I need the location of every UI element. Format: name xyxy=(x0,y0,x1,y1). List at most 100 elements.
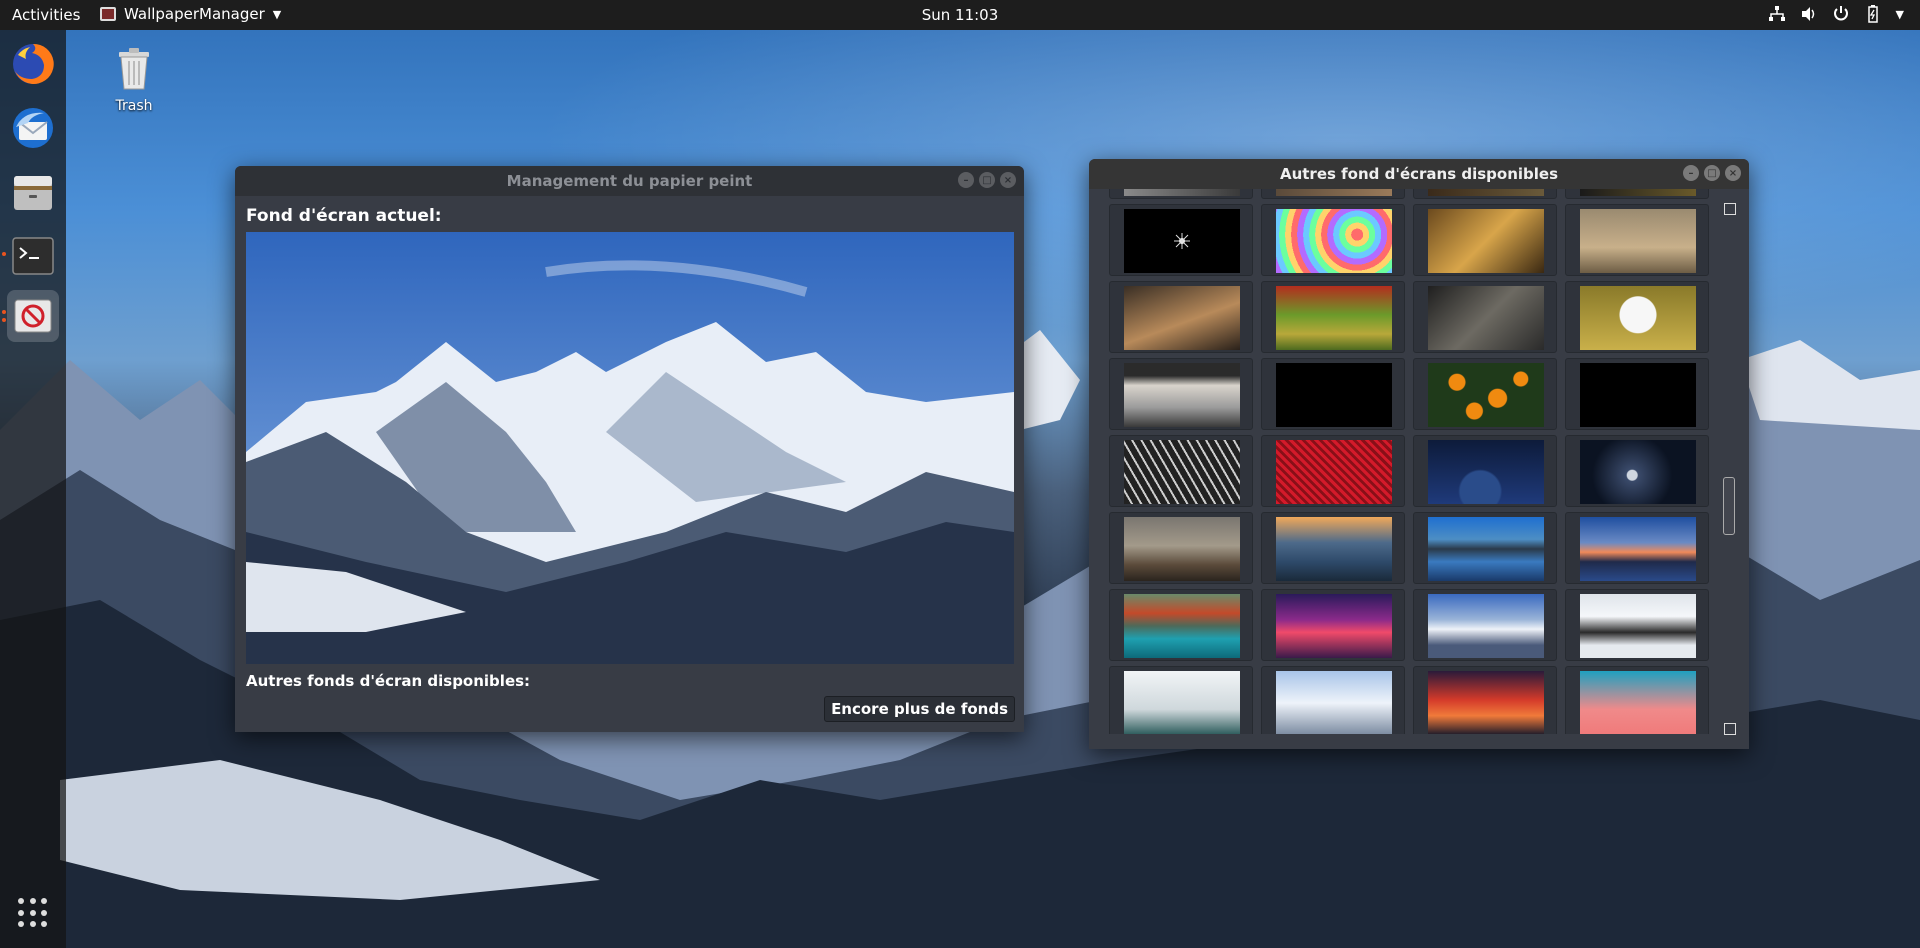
wallpaper-thumbnail[interactable] xyxy=(1109,281,1253,353)
maximize-button[interactable]: □ xyxy=(979,172,995,188)
wallpaper-gallery[interactable] xyxy=(1109,189,1713,734)
wallpaper-thumbnail[interactable] xyxy=(1413,189,1557,199)
thumbnail-image-lioness-on-log xyxy=(1124,286,1240,350)
thumbnail-image-hooded-figure-lake xyxy=(1124,363,1240,427)
scroll-down-button[interactable] xyxy=(1724,723,1736,735)
thumbnail-image-black xyxy=(1276,363,1392,427)
thumbnail-image-sunset-mountains xyxy=(1276,517,1392,581)
wallpaper-thumbnail[interactable] xyxy=(1261,512,1405,584)
wallpaper-thumbnail[interactable] xyxy=(1565,189,1709,199)
thumbnail-image-snowy-peaks-blue xyxy=(1428,594,1544,658)
dock xyxy=(0,30,66,948)
thumbnail-image-lizard-closeup xyxy=(1428,286,1544,350)
wallpaper-thumbnail[interactable] xyxy=(1565,281,1709,353)
thumbnail-image-partial-top-2 xyxy=(1276,189,1392,196)
thumbnail-image-dark-moon xyxy=(1580,440,1696,504)
wallpaper-thumbnail[interactable] xyxy=(1565,435,1709,507)
thumbnail-image-black-star xyxy=(1124,209,1240,273)
wallpaper-thumbnail[interactable] xyxy=(1413,666,1557,734)
clock[interactable]: Sun 11:03 xyxy=(922,6,999,24)
wallpaper-thumbnail[interactable] xyxy=(1261,189,1405,199)
thumbnail-image-geometric-glass xyxy=(1124,440,1240,504)
scroll-up-button[interactable] xyxy=(1724,203,1736,215)
available-wallpapers-window: Autres fond d'écrans disponibles – □ × xyxy=(1089,159,1749,749)
terminal-icon xyxy=(12,237,54,275)
thumbnail-image-partial-top-3 xyxy=(1428,189,1544,196)
scrollbar-thumb[interactable] xyxy=(1723,477,1735,535)
thumbnail-image-red-sky xyxy=(1428,671,1544,734)
window-titlebar[interactable]: Management du papier peint – □ × xyxy=(235,166,1024,196)
more-wallpapers-button[interactable]: Encore plus de fonds xyxy=(824,696,1015,722)
running-indicator xyxy=(2,310,6,314)
thumbnail-image-turquoise-lake-mountains xyxy=(1124,594,1240,658)
files-launcher[interactable] xyxy=(7,166,59,218)
wallpaper-thumbnail[interactable] xyxy=(1109,666,1253,734)
minimize-button[interactable]: – xyxy=(958,172,974,188)
wallpaper-thumbnail[interactable] xyxy=(1413,589,1557,661)
window-title: Management du papier peint xyxy=(506,172,753,190)
wallpaper-thumbnail[interactable] xyxy=(1413,435,1557,507)
wallpaper-thumbnail[interactable] xyxy=(1413,512,1557,584)
thumbnail-image-island-lake-sunset xyxy=(1580,517,1696,581)
close-button[interactable]: × xyxy=(1725,165,1741,181)
wallpaper-thumbnail[interactable] xyxy=(1109,589,1253,661)
system-tray[interactable]: ▼ xyxy=(1768,5,1904,23)
app-menu-icon xyxy=(100,7,116,21)
thumbnail-image-red-mesh xyxy=(1276,440,1392,504)
firefox-icon xyxy=(13,43,54,84)
thumbnail-image-orange-fruits xyxy=(1428,363,1544,427)
thumbnail-image-lioness-lying xyxy=(1580,209,1696,273)
app-menu[interactable]: WallpaperManager ▼ xyxy=(100,5,281,23)
wallpaper-thumbnail[interactable] xyxy=(1413,281,1557,353)
activities-button[interactable]: Activities xyxy=(12,6,80,24)
wallpaper-thumbnail[interactable] xyxy=(1109,189,1253,199)
current-wallpaper-preview xyxy=(246,232,1014,664)
trash-desktop-icon[interactable]: Trash xyxy=(110,48,158,114)
wallpaper-thumbnail[interactable] xyxy=(1413,204,1557,276)
wallpaper-thumbnail[interactable] xyxy=(1261,435,1405,507)
wallpaper-thumbnail[interactable] xyxy=(1261,589,1405,661)
wallpaper-thumbnail[interactable] xyxy=(1261,204,1405,276)
thumbnail-image-black xyxy=(1580,363,1696,427)
minimize-button[interactable]: – xyxy=(1683,165,1699,181)
terminal-launcher[interactable] xyxy=(7,230,59,282)
wallpaper-thumbnail[interactable] xyxy=(1565,666,1709,734)
wallpaper-thumbnail[interactable] xyxy=(1565,512,1709,584)
thumbnail-image-lion xyxy=(1428,209,1544,273)
wallpaper-thumbnail[interactable] xyxy=(1109,512,1253,584)
show-applications-icon[interactable] xyxy=(18,898,48,928)
running-indicator xyxy=(2,318,6,322)
wallpaper-thumbnail[interactable] xyxy=(1109,204,1253,276)
wallpaper-thumbnail[interactable] xyxy=(1565,358,1709,430)
close-button[interactable]: × xyxy=(1000,172,1016,188)
wallpaper-manager-icon xyxy=(14,299,52,333)
window-titlebar[interactable]: Autres fond d'écrans disponibles – □ × xyxy=(1089,159,1749,189)
files-icon xyxy=(14,176,52,210)
thumbnail-image-partial-top-4 xyxy=(1580,189,1696,196)
battery-icon xyxy=(1867,5,1878,23)
thumbnail-image-snowy-alps xyxy=(1276,671,1392,734)
wallpaper-thumbnail[interactable] xyxy=(1261,281,1405,353)
running-indicator xyxy=(2,252,6,256)
wallpaper-thumbnail[interactable] xyxy=(1261,358,1405,430)
trash-label: Trash xyxy=(115,98,153,114)
chevron-down-icon: ▼ xyxy=(272,7,282,21)
thumbnail-image-iguana xyxy=(1276,286,1392,350)
wallpaper-thumbnail[interactable] xyxy=(1261,666,1405,734)
thumbnail-image-purple-clouds xyxy=(1276,594,1392,658)
firefox-launcher[interactable] xyxy=(7,38,59,90)
thumbnail-image-rainbow-swirl xyxy=(1276,209,1392,273)
power-icon xyxy=(1833,6,1848,21)
wallpaper-manager-launcher[interactable] xyxy=(7,290,59,342)
wallpaper-thumbnail[interactable] xyxy=(1109,358,1253,430)
thumbnail-image-lake-reflection-blue xyxy=(1428,517,1544,581)
wallpaper-thumbnail[interactable] xyxy=(1565,204,1709,276)
wallpaper-thumbnail[interactable] xyxy=(1565,589,1709,661)
thunderbird-launcher[interactable] xyxy=(7,102,59,154)
maximize-button[interactable]: □ xyxy=(1704,165,1720,181)
wallpaper-management-window: Management du papier peint – □ × Fond d'… xyxy=(235,166,1024,732)
thunderbird-icon xyxy=(13,108,53,148)
thumbnail-image-snowy-mountain-dark xyxy=(1580,594,1696,658)
wallpaper-thumbnail[interactable] xyxy=(1109,435,1253,507)
wallpaper-thumbnail[interactable] xyxy=(1413,358,1557,430)
